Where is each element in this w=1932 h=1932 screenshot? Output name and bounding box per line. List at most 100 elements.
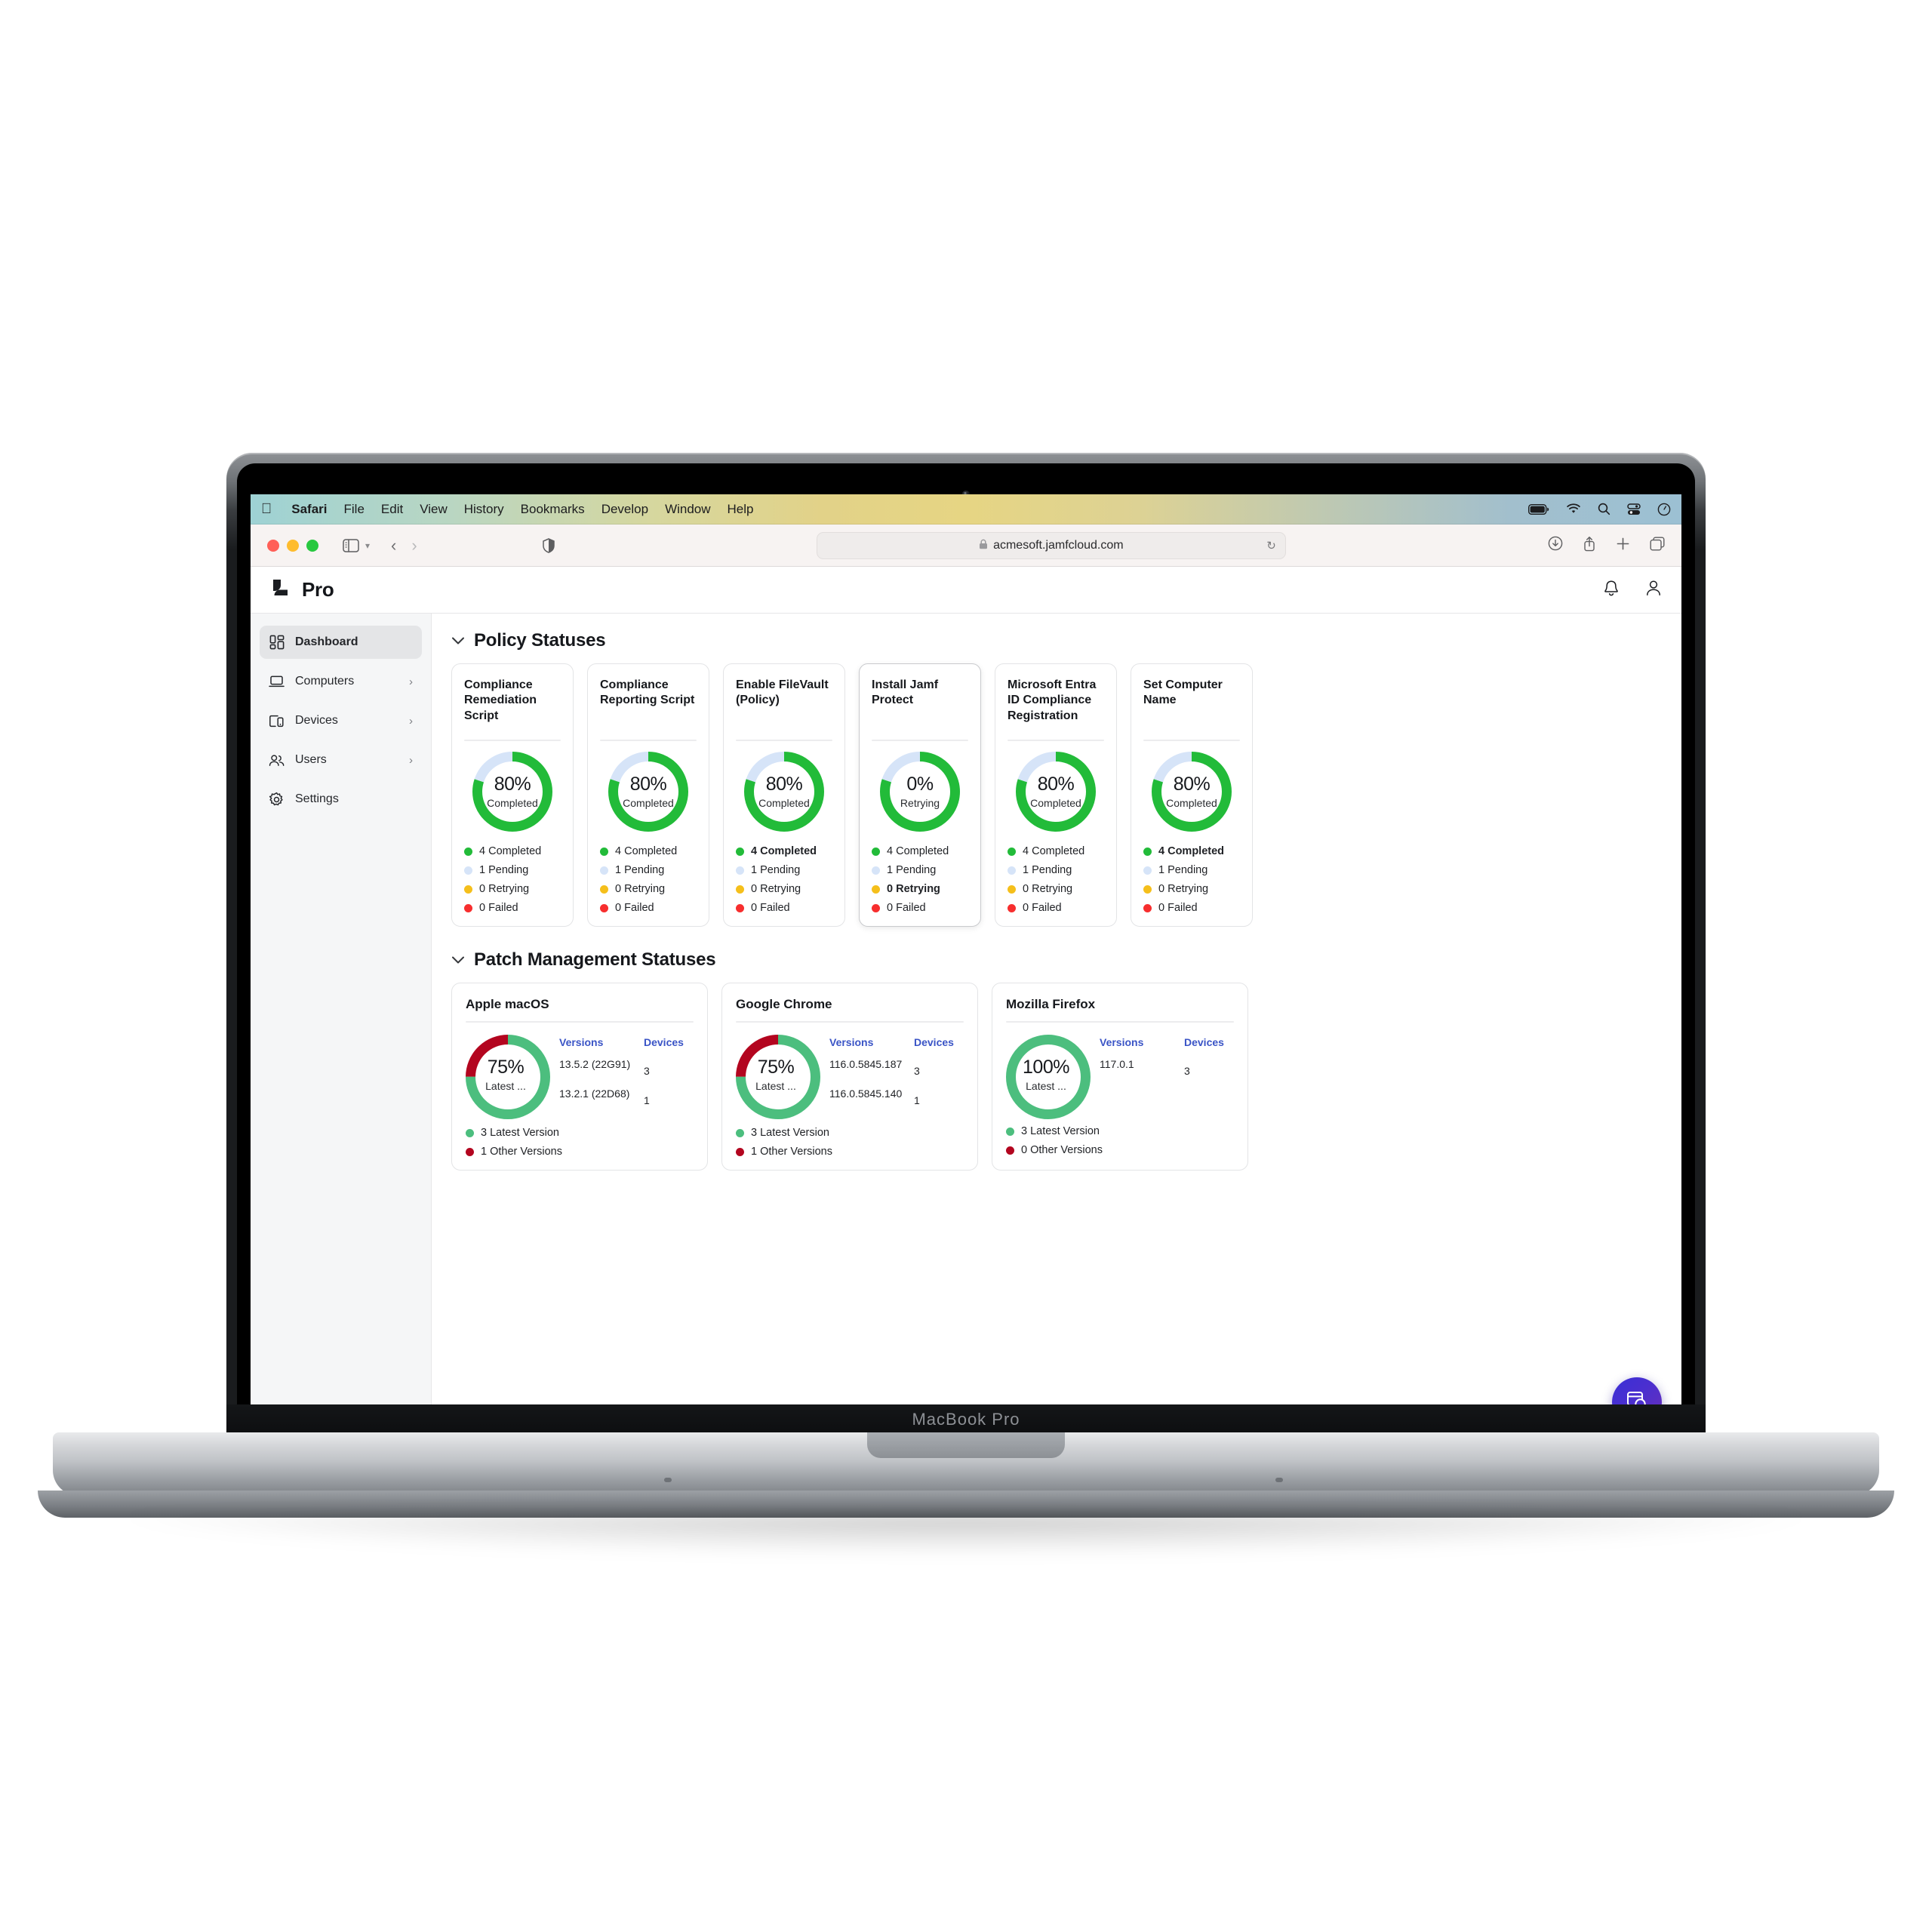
policy-statuses-header[interactable]: Policy Statuses [451, 630, 1662, 651]
policy-legend-item[interactable]: 1 Pending [464, 864, 561, 876]
version-cell: 13.5.2 (22G91) [559, 1058, 631, 1070]
table-row: 13.5.2 (22G91) 3 [559, 1057, 694, 1078]
privacy-shield-icon[interactable] [542, 537, 555, 553]
window-search-fab-button[interactable] [1612, 1377, 1662, 1407]
policy-legend-item[interactable]: 4 Completed [872, 845, 968, 857]
patch-legend-item[interactable]: 1 Other Versions [466, 1146, 694, 1158]
menu-item-develop[interactable]: Develop [601, 502, 648, 517]
donut-center-label: 80% Completed [608, 752, 688, 832]
sidebar-item-users[interactable]: Users › [260, 743, 422, 777]
chevron-down-icon[interactable] [451, 636, 465, 645]
divider [1006, 1021, 1234, 1023]
policy-legend-item[interactable]: 0 Retrying [1143, 883, 1240, 895]
policy-legend-item[interactable]: 1 Pending [600, 864, 697, 876]
policy-legend-item[interactable]: 0 Failed [736, 902, 832, 914]
policy-legend-item[interactable]: 4 Completed [600, 845, 697, 857]
menu-item-help[interactable]: Help [728, 502, 754, 517]
policy-legend-item[interactable]: 0 Failed [600, 902, 697, 914]
policy-legend-item[interactable]: 4 Completed [464, 845, 561, 857]
versions-table: Versions Devices 13.5.2 (22G91) 3 13.2.1… [559, 1035, 694, 1116]
policy-legend-item[interactable]: 0 Failed [464, 902, 561, 914]
policy-legend-item[interactable]: 0 Retrying [464, 883, 561, 895]
policy-status-card[interactable]: Enable FileVault (Policy) 80% Completed … [723, 663, 845, 927]
policy-status-card[interactable]: Compliance Reporting Script 80% Complete… [587, 663, 709, 927]
address-bar[interactable]: acmesoft.jamfcloud.com ↻ [816, 531, 1286, 559]
policy-status-card[interactable]: Install Jamf Protect 0% Retrying 4 Compl… [859, 663, 981, 927]
policy-legend-item[interactable]: 0 Failed [1143, 902, 1240, 914]
donut-center-label: 100% Latest ... [1006, 1035, 1086, 1115]
column-header-devices[interactable]: Devices [1184, 1036, 1224, 1048]
column-header-versions[interactable]: Versions [829, 1036, 914, 1048]
policy-legend-item[interactable]: 0 Failed [1008, 902, 1104, 914]
menu-item-file[interactable]: File [344, 502, 365, 517]
notification-bell-icon[interactable] [1603, 579, 1620, 601]
policy-legend-item[interactable]: 1 Pending [1008, 864, 1104, 876]
sidebar-icon[interactable] [343, 538, 359, 552]
policy-legend-item[interactable]: 1 Pending [872, 864, 968, 876]
minimize-window-button[interactable] [287, 539, 299, 552]
column-header-versions[interactable]: Versions [559, 1036, 644, 1048]
policy-legend-item[interactable]: 4 Completed [1008, 845, 1104, 857]
sidebar-item-computers[interactable]: Computers › [260, 665, 422, 698]
policy-status-card[interactable]: Set Computer Name 80% Completed 4 Comple… [1131, 663, 1253, 927]
reload-icon[interactable]: ↻ [1266, 539, 1276, 552]
app-brand[interactable]: Pro [270, 577, 334, 603]
laptop-vent [1275, 1478, 1283, 1482]
policy-status-card[interactable]: Compliance Remediation Script 80% Comple… [451, 663, 574, 927]
menu-item-history[interactable]: History [464, 502, 504, 517]
column-header-devices[interactable]: Devices [914, 1036, 954, 1048]
menu-item-view[interactable]: View [420, 502, 448, 517]
menu-item-safari[interactable]: Safari [291, 502, 327, 517]
policy-legend-item[interactable]: 1 Pending [1143, 864, 1240, 876]
menu-item-window[interactable]: Window [665, 502, 710, 517]
status-dot-icon [1008, 866, 1016, 875]
apple-menu-icon[interactable]:  [261, 502, 272, 516]
policy-legend-item[interactable]: 0 Failed [872, 902, 968, 914]
policy-legend-item[interactable]: 4 Completed [1143, 845, 1240, 857]
menu-item-edit[interactable]: Edit [381, 502, 403, 517]
wifi-icon[interactable] [1566, 503, 1581, 515]
policy-legend-item[interactable]: 0 Retrying [600, 883, 697, 895]
new-tab-icon[interactable] [1616, 537, 1630, 555]
policy-legend-item[interactable]: 4 Completed [736, 845, 832, 857]
policy-legend-item[interactable]: 1 Pending [736, 864, 832, 876]
siri-icon[interactable] [1657, 503, 1671, 516]
app-body: Dashboard Computers › Devices › Users › … [251, 614, 1681, 1407]
menu-item-bookmarks[interactable]: Bookmarks [521, 502, 585, 517]
battery-icon[interactable] [1528, 503, 1549, 515]
policy-legend-item[interactable]: 0 Retrying [736, 883, 832, 895]
sidebar-item-dashboard[interactable]: Dashboard [260, 626, 422, 659]
back-arrow-icon[interactable]: ‹ [391, 536, 396, 555]
laptop-icon [269, 674, 285, 690]
status-dot-icon [872, 866, 880, 875]
policy-status-card[interactable]: Microsoft Entra ID Compliance Registrati… [995, 663, 1117, 927]
sidebar-item-devices[interactable]: Devices › [260, 704, 422, 737]
chevron-down-icon[interactable] [451, 955, 465, 964]
sidebar-item-settings[interactable]: Settings [260, 783, 422, 816]
patch-legend-item[interactable]: 0 Other Versions [1006, 1144, 1234, 1156]
search-icon[interactable] [1598, 503, 1611, 515]
control-center-icon[interactable] [1627, 503, 1641, 515]
close-window-button[interactable] [267, 539, 279, 552]
policy-legend-item[interactable]: 0 Retrying [1008, 883, 1104, 895]
forward-arrow-icon[interactable]: › [411, 536, 417, 555]
downloads-icon[interactable] [1548, 536, 1563, 555]
patch-status-card[interactable]: Google Chrome 75% Latest ... Versions De… [721, 983, 978, 1171]
patch-status-card[interactable]: Mozilla Firefox 100% Latest ... Versions… [992, 983, 1248, 1171]
column-header-devices[interactable]: Devices [644, 1036, 684, 1048]
policy-legend-label: 4 Completed [1158, 845, 1225, 857]
patch-status-card[interactable]: Apple macOS 75% Latest ... Versions Devi… [451, 983, 708, 1171]
tab-overview-icon[interactable] [1650, 537, 1665, 555]
patch-legend-item[interactable]: 3 Latest Version [466, 1127, 694, 1139]
policy-legend-item[interactable]: 0 Retrying [872, 883, 968, 895]
patch-card-row: Apple macOS 75% Latest ... Versions Devi… [451, 983, 1662, 1171]
patch-legend-item[interactable]: 3 Latest Version [1006, 1125, 1234, 1137]
share-icon[interactable] [1583, 536, 1596, 555]
patch-legend-item[interactable]: 1 Other Versions [736, 1146, 964, 1158]
user-account-icon[interactable] [1645, 579, 1662, 601]
zoom-window-button[interactable] [306, 539, 318, 552]
column-header-versions[interactable]: Versions [1100, 1036, 1184, 1048]
chevron-down-icon[interactable]: ▾ [365, 540, 370, 551]
patch-statuses-header[interactable]: Patch Management Statuses [451, 949, 1662, 971]
patch-legend-item[interactable]: 3 Latest Version [736, 1127, 964, 1139]
